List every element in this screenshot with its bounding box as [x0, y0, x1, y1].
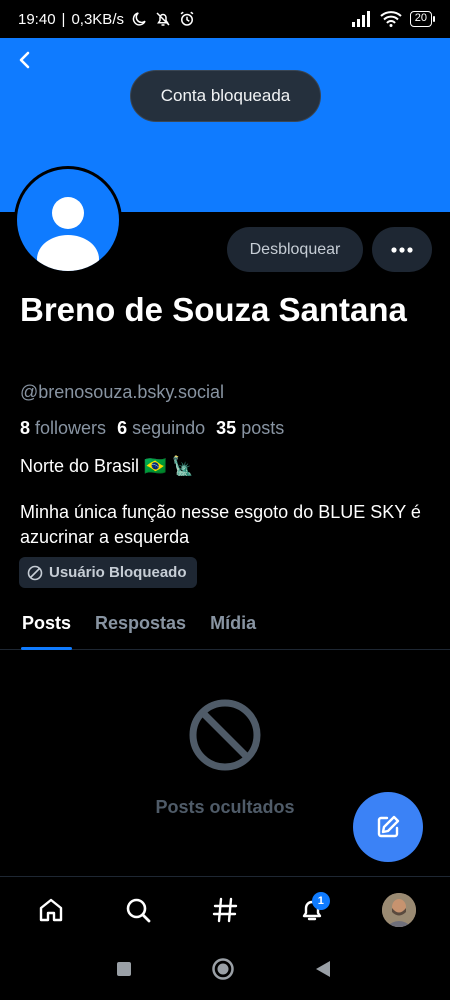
notifications-off-icon — [156, 12, 170, 26]
profile-avatar-frame[interactable] — [14, 166, 122, 274]
profile-handle: @brenosouza.bsky.social — [20, 382, 225, 402]
wifi-icon — [380, 11, 402, 27]
nav-home[interactable] — [27, 886, 75, 934]
avatar — [17, 169, 119, 271]
ellipsis-icon — [391, 246, 413, 253]
system-back-button[interactable] — [314, 959, 332, 984]
square-icon — [117, 961, 131, 976]
bottom-nav: 1 — [0, 876, 450, 942]
status-network-speed: 0,3KB/s — [71, 10, 124, 28]
unblock-button[interactable]: Desbloquear — [227, 227, 363, 272]
system-navigation-bar — [0, 942, 450, 1000]
avatar — [381, 892, 416, 927]
battery-indicator: 20 — [409, 11, 436, 27]
nav-profile[interactable] — [375, 886, 423, 934]
posts-stat: 35 posts — [216, 418, 285, 438]
system-home-button[interactable] — [211, 957, 235, 986]
profile-tabs: Posts Respostas Mídia — [0, 600, 450, 650]
moon-icon — [132, 12, 146, 26]
status-bar: 19:40 | 0,3KB/s 20 — [0, 0, 450, 38]
hashtag-icon — [212, 897, 238, 922]
blocked-user-badge: Usuário Bloqueado — [19, 557, 197, 588]
nav-feeds[interactable] — [201, 886, 249, 934]
tab-midia[interactable]: Mídia — [198, 600, 268, 650]
tab-posts[interactable]: Posts — [10, 600, 83, 650]
status-time: 19:40 — [18, 10, 56, 28]
profile-bio-description: Minha única função nesse esgoto do BLUE … — [20, 502, 421, 547]
triangle-back-icon — [316, 960, 330, 977]
notification-count-badge: 1 — [311, 891, 330, 910]
user-photo-icon — [381, 892, 416, 927]
recent-apps-button[interactable] — [116, 961, 132, 982]
block-icon — [27, 565, 43, 580]
search-icon — [126, 898, 151, 922]
hidden-posts-icon — [189, 699, 261, 771]
profile-display-name: Breno de Souza Santana — [20, 291, 407, 328]
blocked-badge-label: Usuário Bloqueado — [49, 564, 187, 581]
toast-text: Conta bloqueada — [160, 86, 291, 105]
circle-icon — [212, 957, 234, 980]
profile-bio-line: Norte do Brasil 🇧🇷 🗽 — [20, 456, 194, 476]
compose-post-button[interactable] — [353, 792, 423, 862]
home-icon — [40, 898, 63, 921]
chevron-left-icon — [19, 51, 30, 69]
more-options-button[interactable] — [372, 227, 432, 272]
default-avatar-icon — [37, 197, 99, 271]
following-stat[interactable]: 6 seguindo — [117, 418, 205, 439]
nav-notifications[interactable]: 1 — [288, 886, 336, 934]
nav-search[interactable] — [114, 886, 162, 934]
alarm-icon — [180, 11, 194, 26]
tab-respostas[interactable]: Respostas — [83, 600, 198, 650]
unblock-button-label: Desbloquear — [249, 240, 341, 258]
compose-icon — [377, 815, 400, 838]
back-button[interactable] — [10, 44, 38, 76]
blocked-account-toast: Conta bloqueada — [130, 70, 321, 122]
profile-stats: 8 followers 6 seguindo 35 posts — [20, 418, 284, 439]
signal-icon — [351, 11, 370, 27]
followers-stat[interactable]: 8 followers — [20, 418, 106, 439]
